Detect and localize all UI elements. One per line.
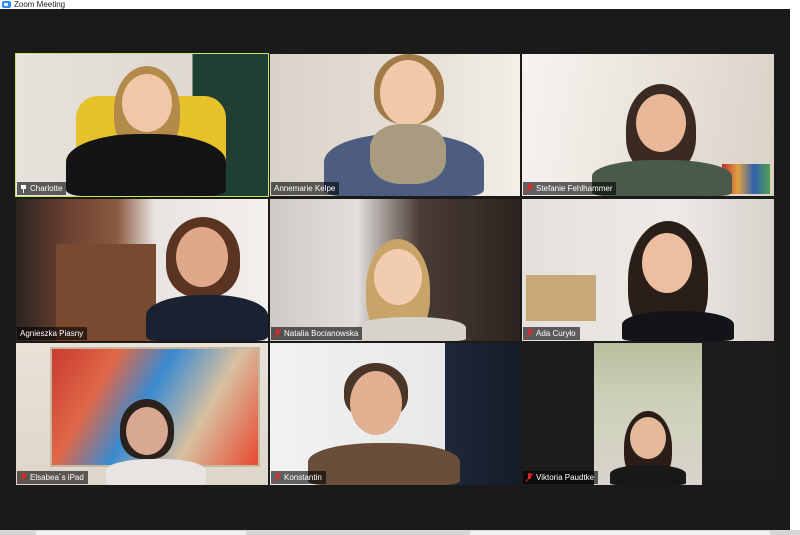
video-tile-stefanie-fehlhammer[interactable]: Stefanie Fehlhammer [522, 54, 774, 196]
participant-name: Natalia Bocianowska [284, 329, 359, 338]
video-tile-konstantin[interactable]: Konstantin [270, 343, 520, 485]
participant-nameplate: Konstantin [271, 471, 326, 484]
window-edge [790, 9, 800, 530]
mic-muted-icon [526, 184, 533, 193]
video-gallery: Charlotte Annemarie Kelpe Stefanie Fehlh… [0, 9, 790, 530]
pin-icon [20, 184, 27, 193]
participant-name: Konstantin [284, 473, 322, 482]
zoom-camera-icon [2, 1, 11, 8]
participant-nameplate: Agnieszka Piasny [17, 327, 88, 340]
mic-muted-icon [274, 329, 281, 338]
participant-nameplate: Ada Curyło [523, 327, 580, 340]
participant-name: Viktoria Paudtke [536, 473, 595, 482]
video-tile-charlotte[interactable]: Charlotte [15, 53, 269, 197]
participant-nameplate: Natalia Bocianowska [271, 327, 363, 340]
window-title: Zoom Meeting [14, 0, 66, 9]
participant-name: Annemarie Kelpe [274, 184, 336, 193]
participant-name: Agnieszka Piasny [20, 329, 84, 338]
participant-video [300, 363, 460, 485]
video-tile-natalia-bocianowska[interactable]: Natalia Bocianowska [270, 199, 520, 341]
participant-name: Ada Curyło [536, 329, 576, 338]
participant-video [582, 84, 732, 196]
mic-muted-icon [526, 329, 533, 338]
participant-video [606, 411, 690, 485]
participant-nameplate: Stefanie Fehlhammer [523, 182, 617, 195]
participant-video [350, 239, 480, 341]
taskbar-strip [0, 530, 800, 535]
participant-nameplate: Viktoria Paudtke [523, 471, 599, 484]
mic-muted-icon [20, 473, 27, 482]
mic-muted-icon [526, 473, 533, 482]
participant-nameplate: Elsabea´s iPad [17, 471, 88, 484]
participant-name: Elsabea´s iPad [30, 473, 84, 482]
video-tile-agnieszka-piasny[interactable]: Agnieszka Piasny [16, 199, 268, 341]
participant-name: Stefanie Fehlhammer [536, 184, 613, 193]
participant-nameplate: Charlotte [17, 182, 67, 195]
participant-video [56, 64, 236, 196]
participant-nameplate: Annemarie Kelpe [271, 182, 340, 195]
video-tile-elsabea-ipad[interactable]: Elsabea´s iPad [16, 343, 268, 485]
participant-name: Charlotte [30, 184, 63, 193]
participant-video [106, 399, 206, 485]
window-titlebar: Zoom Meeting [0, 0, 800, 9]
mic-muted-icon [274, 473, 281, 482]
video-tile-viktoria-paudtke[interactable]: Viktoria Paudtke [522, 343, 774, 485]
video-tile-annemarie-kelpe[interactable]: Annemarie Kelpe [270, 54, 520, 196]
participant-video [310, 54, 490, 196]
participant-video [136, 217, 268, 341]
shelf [526, 275, 596, 321]
participant-video [612, 221, 742, 341]
video-tile-ada-curylo[interactable]: Ada Curyło [522, 199, 774, 341]
